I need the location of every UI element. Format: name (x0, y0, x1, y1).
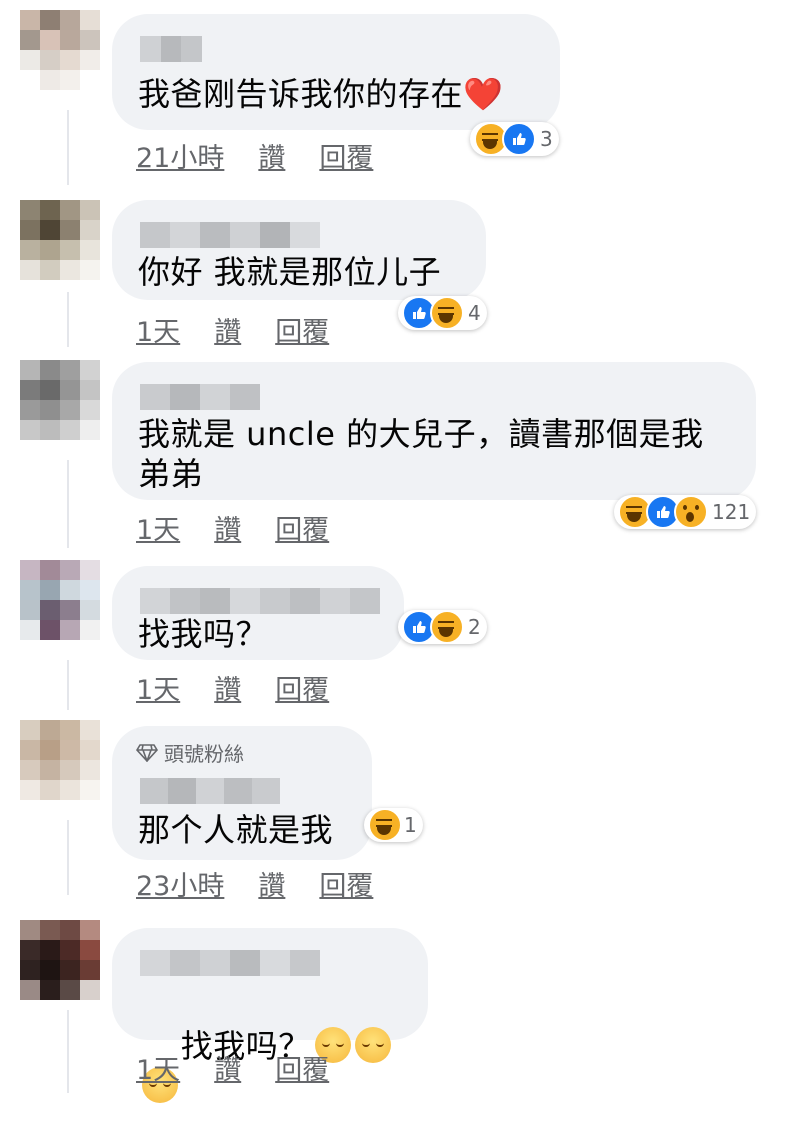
avatar[interactable] (20, 10, 100, 90)
timestamp-link[interactable]: 1天 (136, 1048, 180, 1087)
like-icon (502, 122, 536, 156)
thread-line (67, 1010, 69, 1093)
comment-bubble: 我爸刚告诉我你的存在❤️ (112, 14, 560, 130)
comment-actions: 23小時 讚 回覆 (136, 864, 373, 903)
like-button[interactable]: 讚 (214, 1048, 241, 1087)
reaction-count: 2 (468, 615, 481, 639)
thread-line (67, 110, 69, 185)
like-button[interactable]: 讚 (258, 864, 285, 903)
like-button[interactable]: 讚 (214, 508, 241, 547)
haha-icon (430, 610, 464, 644)
avatar[interactable] (20, 720, 100, 800)
thread-line (67, 660, 69, 710)
comment-text: 找我吗？ (138, 615, 269, 653)
author-name-blurred[interactable] (140, 778, 280, 804)
comment-actions: 1天 讚 回覆 (136, 310, 329, 349)
comment-bubble: 我就是 uncle 的大兒子，讀書那個是我 弟弟 (112, 362, 756, 500)
badge-label: 頭號粉絲 (164, 742, 244, 766)
comment-text: 你好 我就是那位儿子 (138, 253, 442, 291)
avatar[interactable] (20, 920, 100, 1000)
thread-line (67, 820, 69, 895)
haha-icon (368, 808, 402, 842)
reaction-summary[interactable]: 1 (364, 808, 423, 842)
reaction-count: 121 (712, 500, 751, 524)
timestamp-link[interactable]: 1天 (136, 668, 180, 707)
top-fan-badge: 頭號粉絲 (136, 738, 244, 767)
comment-text: 我就是 uncle 的大兒子，讀書那個是我 弟弟 (138, 415, 704, 493)
wow-icon (674, 495, 708, 529)
diamond-icon (136, 743, 158, 762)
reply-button[interactable]: 回覆 (275, 310, 329, 349)
author-name-blurred[interactable] (140, 222, 320, 248)
heart-icon: ❤️ (463, 75, 504, 113)
avatar[interactable] (20, 560, 100, 640)
comment-text: 我爸刚告诉我你的存在❤️ (138, 75, 504, 113)
like-button[interactable]: 讚 (214, 668, 241, 707)
reaction-summary[interactable]: 4 (398, 296, 487, 330)
author-name-blurred[interactable] (140, 588, 380, 614)
reaction-count: 3 (540, 127, 553, 151)
avatar[interactable] (20, 360, 100, 440)
comment-actions: 1天 讚 回覆 (136, 668, 329, 707)
reaction-summary[interactable]: 3 (470, 122, 559, 156)
author-name-blurred[interactable] (140, 384, 260, 410)
avatar[interactable] (20, 200, 100, 280)
like-button[interactable]: 讚 (214, 310, 241, 349)
timestamp-link[interactable]: 1天 (136, 310, 180, 349)
timestamp-link[interactable]: 23小時 (136, 864, 224, 903)
reply-button[interactable]: 回覆 (275, 1048, 329, 1087)
reaction-summary[interactable]: 2 (398, 610, 487, 644)
reply-button[interactable]: 回覆 (275, 508, 329, 547)
thread-line (67, 460, 69, 548)
timestamp-link[interactable]: 21小時 (136, 136, 224, 175)
comment-text: 那个人就是我 (138, 811, 334, 849)
comment-bubble: 找我吗？ (112, 928, 428, 1103)
comment-actions: 1天 讚 回覆 (136, 508, 329, 547)
reaction-count: 4 (468, 301, 481, 325)
author-name-blurred[interactable] (140, 36, 203, 62)
comment-bubble: 頭號粉絲 那个人就是我 (112, 726, 372, 860)
comment-actions: 21小時 讚 回覆 (136, 136, 373, 175)
reaction-count: 1 (404, 813, 417, 837)
author-name-blurred[interactable] (140, 950, 320, 976)
like-button[interactable]: 讚 (258, 136, 285, 175)
reply-button[interactable]: 回覆 (319, 864, 373, 903)
comment-bubble: 你好 我就是那位儿子 (112, 200, 486, 300)
comment-actions: 1天 讚 回覆 (136, 1048, 329, 1087)
reply-button[interactable]: 回覆 (275, 668, 329, 707)
timestamp-link[interactable]: 1天 (136, 508, 180, 547)
comment-bubble: 找我吗？ (112, 566, 404, 660)
reaction-summary[interactable]: 121 (614, 495, 757, 529)
relieved-face-icon (354, 1027, 391, 1063)
haha-icon (430, 296, 464, 330)
reply-button[interactable]: 回覆 (319, 136, 373, 175)
thread-line (67, 292, 69, 347)
